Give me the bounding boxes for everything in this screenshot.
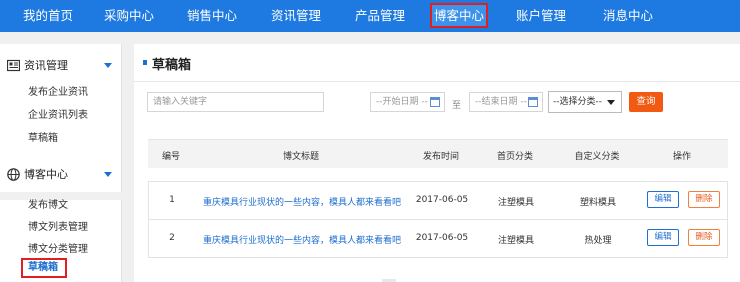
title-marker: [143, 60, 147, 65]
delete-button[interactable]: 删除: [688, 191, 720, 208]
sidebar-item-blog-categories[interactable]: 博文分类管理: [28, 240, 88, 255]
delete-button[interactable]: 删除: [688, 229, 720, 246]
sidebar-item-blog-list[interactable]: 博文列表管理: [28, 218, 88, 233]
table-row: 2 重庆模具行业现状的一些内容，模具人都来看看吧 2017-06-05 注塑模具…: [148, 219, 728, 258]
cell-home-category: 注塑模具: [497, 236, 535, 246]
top-navigation: 我的首页 采购中心 销售中心 资讯管理 产品管理 博客中心 账户管理 消息中心: [0, 0, 740, 32]
edit-button[interactable]: 编辑: [647, 229, 679, 246]
chevron-down-icon: [104, 63, 112, 68]
cell-title-link[interactable]: 重庆模具行业现状的一些内容，模具人都来看看吧: [203, 195, 401, 208]
calendar-icon[interactable]: [430, 97, 440, 107]
nav-product-management[interactable]: 产品管理: [340, 0, 420, 32]
cell-title-link[interactable]: 重庆模具行业现状的一些内容，模具人都来看看吧: [203, 233, 401, 246]
keyword-search-input[interactable]: 请输入关键字: [147, 92, 324, 112]
chevron-down-icon: [104, 172, 112, 177]
page-title: 草稿箱: [152, 58, 192, 73]
cell-date: 2017-06-05: [415, 233, 469, 243]
sidebar-item-publish-news[interactable]: 发布企业资讯: [28, 83, 88, 98]
globe-icon: [7, 168, 20, 181]
page-header: 草稿箱: [134, 44, 740, 82]
sidebar: 资讯管理 发布企业资讯 企业资讯列表 草稿箱 博客中心 发布博文 博文列表管理 …: [0, 44, 122, 282]
sidebar-item-news-drafts[interactable]: 草稿箱: [28, 129, 58, 144]
column-header-home-category: 首页分类: [496, 152, 534, 162]
end-date-placeholder: --结束日期 --: [475, 97, 527, 107]
table-row: 1 重庆模具行业现状的一些内容，模具人都来看看吧 2017-06-05 注塑模具…: [148, 181, 728, 220]
column-header-title: 博文标题: [282, 152, 320, 162]
nav-blog-center[interactable]: 博客中心: [430, 3, 488, 28]
sidebar-section-label: 资讯管理: [24, 59, 68, 72]
cell-id: 2: [169, 233, 175, 243]
cell-home-category: 注塑模具: [497, 198, 535, 208]
query-button[interactable]: 查询: [629, 92, 663, 112]
category-select-value: --选择分类--: [553, 97, 602, 107]
sidebar-section-label: 博客中心: [24, 168, 68, 181]
column-header-actions: 操作: [672, 152, 692, 162]
table-header: 编号 博文标题 发布时间 首页分类 自定义分类 操作: [148, 139, 728, 168]
calendar-icon[interactable]: [528, 97, 538, 107]
end-date-input[interactable]: --结束日期 --: [469, 92, 543, 112]
category-select[interactable]: --选择分类--: [548, 91, 622, 113]
start-date-placeholder: --开始日期 --: [376, 97, 428, 107]
news-icon: [7, 59, 20, 72]
sidebar-item-news-list[interactable]: 企业资讯列表: [28, 106, 88, 121]
nav-news-management[interactable]: 资讯管理: [256, 0, 336, 32]
cell-id: 1: [169, 195, 175, 205]
nav-home[interactable]: 我的首页: [8, 0, 88, 32]
nav-account-management[interactable]: 账户管理: [502, 0, 580, 32]
cell-date: 2017-06-05: [415, 195, 469, 205]
date-range-separator: 至: [452, 101, 462, 111]
edit-button[interactable]: 编辑: [647, 191, 679, 208]
sidebar-section-news[interactable]: 资讯管理: [0, 56, 122, 76]
column-header-date: 发布时间: [422, 152, 460, 162]
sidebar-section-blog[interactable]: 博客中心: [0, 165, 122, 185]
start-date-input[interactable]: --开始日期 --: [370, 92, 445, 112]
nav-purchase-center[interactable]: 采购中心: [90, 0, 168, 32]
cell-custom-category: 热处理: [584, 236, 612, 246]
nav-message-center[interactable]: 消息中心: [588, 0, 668, 32]
sidebar-item-blog-drafts[interactable]: 草稿箱: [21, 258, 67, 278]
dropdown-arrow-icon: [607, 100, 615, 105]
nav-sales-center[interactable]: 销售中心: [172, 0, 252, 32]
cell-custom-category: 塑料模具: [579, 198, 617, 208]
column-header-id: 编号: [161, 152, 181, 162]
column-header-custom-category: 自定义分类: [574, 152, 620, 162]
sidebar-item-publish-blog[interactable]: 发布博文: [28, 196, 68, 211]
